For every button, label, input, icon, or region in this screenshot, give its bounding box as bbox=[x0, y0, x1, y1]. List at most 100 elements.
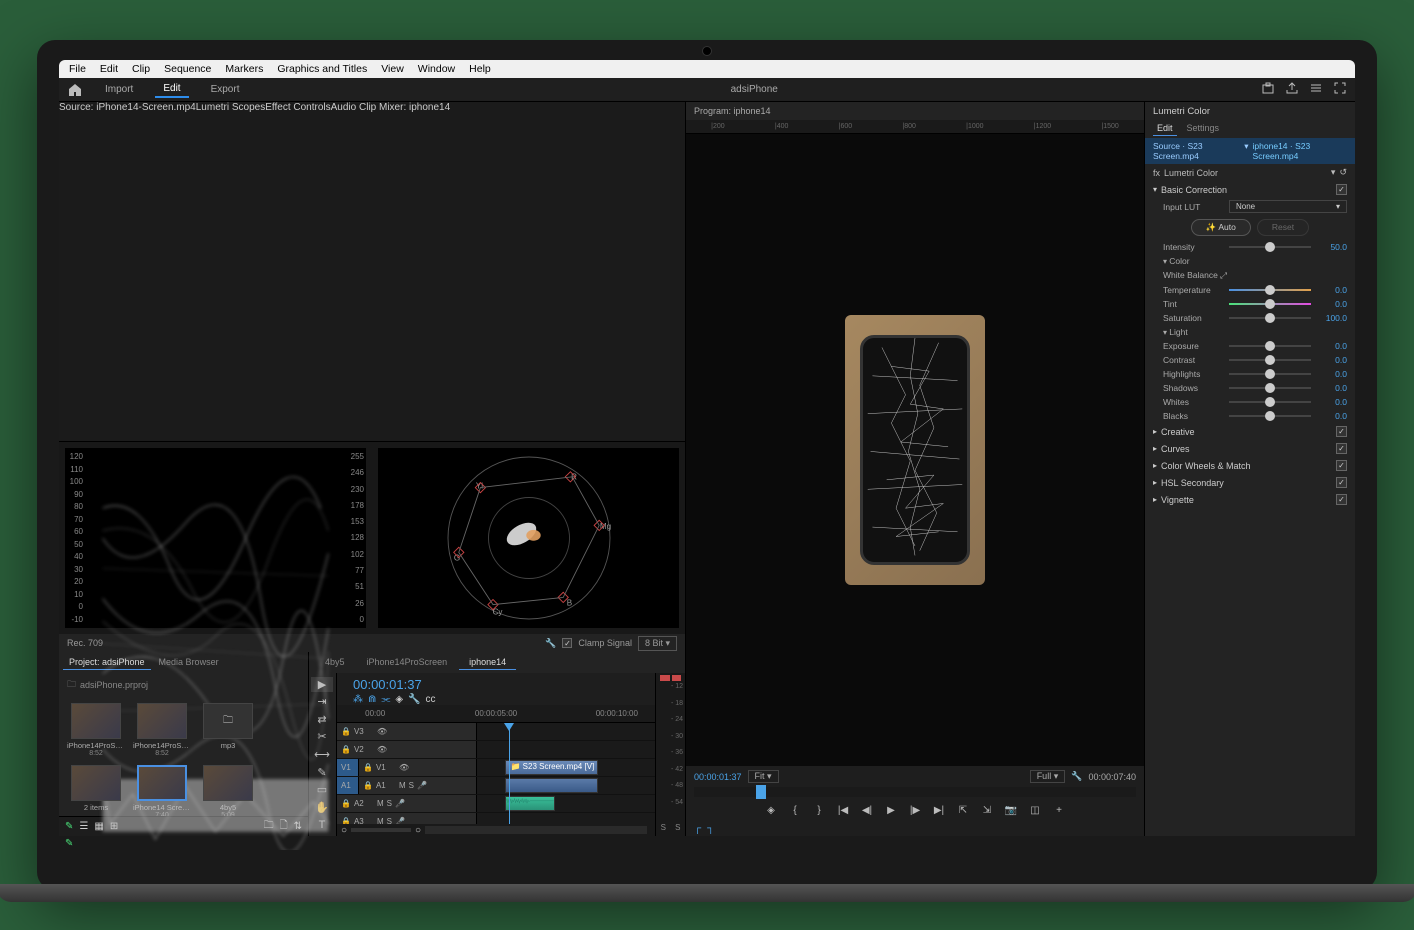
tab-lumetri-scopes[interactable]: Lumetri Scopes bbox=[196, 102, 265, 441]
timeline-tab-2[interactable]: iphone14 bbox=[459, 655, 516, 670]
lift-icon[interactable]: ⇱ bbox=[954, 803, 972, 817]
play-icon[interactable]: ▶ bbox=[882, 803, 900, 817]
section-basic-correction[interactable]: Basic Correction bbox=[1145, 181, 1355, 198]
link-icon[interactable]: ⫘ bbox=[381, 694, 390, 705]
input-lut-select[interactable]: None ▾ bbox=[1229, 200, 1347, 213]
mode-export[interactable]: Export bbox=[203, 82, 248, 97]
section-vignette[interactable]: Vignette bbox=[1145, 491, 1355, 508]
timeline-timecode[interactable]: 00:00:01:37 bbox=[345, 675, 444, 694]
program-tc-left[interactable]: 00:00:01:37 bbox=[694, 772, 742, 782]
color-tint-slider[interactable]: Tint0.0 bbox=[1145, 297, 1355, 311]
quick-export-icon[interactable] bbox=[1261, 81, 1275, 98]
track-a2[interactable] bbox=[477, 795, 655, 812]
export-frame-icon[interactable]: 📷 bbox=[1002, 803, 1020, 817]
step-fwd-icon[interactable]: |▶ bbox=[906, 803, 924, 817]
program-tc-right[interactable]: 00:00:07:40 bbox=[1088, 772, 1136, 782]
zoom-out-icon[interactable]: ○ bbox=[341, 825, 347, 836]
source-a1[interactable]: A1 bbox=[337, 777, 359, 794]
light-blacks-slider[interactable]: Blacks0.0 bbox=[1145, 409, 1355, 423]
reset-button[interactable]: Reset bbox=[1257, 219, 1309, 236]
light-whites-slider[interactable]: Whites0.0 bbox=[1145, 395, 1355, 409]
light-shadows-slider[interactable]: Shadows0.0 bbox=[1145, 381, 1355, 395]
auto-button[interactable]: ✨ Auto bbox=[1191, 219, 1251, 236]
timeline-ruler[interactable]: 00:0000:00:05:0000:00:10:00 bbox=[337, 705, 655, 723]
audio-clip-2[interactable] bbox=[505, 796, 555, 811]
timeline-header-icons: ⁂ ⋒ ⫘ ◈ 🔧 cc bbox=[345, 694, 444, 705]
mark-in-icon[interactable]: { bbox=[786, 803, 804, 817]
section-color-wheels-match[interactable]: Color Wheels & Match bbox=[1145, 457, 1355, 474]
add-marker-icon[interactable]: ◈ bbox=[762, 803, 780, 817]
color-saturation-slider[interactable]: Saturation100.0 bbox=[1145, 311, 1355, 325]
light-contrast-slider[interactable]: Contrast0.0 bbox=[1145, 353, 1355, 367]
vectorscope: R Mg B Cy G Yl bbox=[378, 448, 679, 628]
magnet-icon[interactable]: ⋒ bbox=[368, 694, 376, 705]
playhead[interactable] bbox=[509, 723, 510, 824]
program-monitor[interactable] bbox=[686, 134, 1144, 766]
lumetri-fx-row[interactable]: fx Lumetri Color ▾ ↺ bbox=[1145, 164, 1355, 181]
extract-icon[interactable]: ⇲ bbox=[978, 803, 996, 817]
track-v1[interactable]: 📁 S23 Screen.mp4 [V] bbox=[477, 759, 655, 776]
lumetri-tab-settings[interactable]: Settings bbox=[1183, 121, 1224, 136]
menu-clip[interactable]: Clip bbox=[128, 62, 154, 76]
menu-markers[interactable]: Markers bbox=[221, 62, 267, 76]
marker-icon[interactable]: ◈ bbox=[395, 694, 403, 705]
share-icon[interactable] bbox=[1285, 81, 1299, 98]
snap-icon[interactable]: ⁂ bbox=[353, 694, 363, 705]
lumetri-source-bar: Source · S23 Screen.mp4 ▾ iphone14 · S23… bbox=[1145, 138, 1355, 164]
eyedropper-icon[interactable]: ⤢ bbox=[1220, 270, 1227, 280]
wrench-icon[interactable]: 🔧 bbox=[1071, 771, 1082, 782]
fullscreen-icon[interactable] bbox=[1333, 81, 1347, 98]
reset-fx-icon[interactable]: ↺ bbox=[1339, 167, 1347, 178]
out-marker-icon[interactable]: ┐ bbox=[707, 823, 714, 834]
intensity-slider[interactable]: Intensity 50.0 bbox=[1145, 240, 1355, 254]
program-scrubber[interactable] bbox=[694, 787, 1136, 797]
audio-clip-1[interactable] bbox=[505, 778, 598, 793]
zoom-in-icon[interactable]: ○ bbox=[415, 825, 421, 836]
light-subsection[interactable]: Light bbox=[1145, 325, 1355, 339]
white-balance-row[interactable]: White Balance ⤢ bbox=[1145, 268, 1355, 283]
lumetri-panel-title: Lumetri Color bbox=[1145, 102, 1355, 121]
menu-edit[interactable]: Edit bbox=[96, 62, 122, 76]
clamp-signal-checkbox[interactable] bbox=[562, 638, 572, 648]
video-clip[interactable]: 📁 S23 Screen.mp4 [V] bbox=[505, 760, 598, 775]
step-back-icon[interactable]: ◀| bbox=[858, 803, 876, 817]
mark-out-icon[interactable]: } bbox=[810, 803, 828, 817]
compare-icon[interactable]: ◫ bbox=[1026, 803, 1044, 817]
cc-icon[interactable]: cc bbox=[426, 694, 436, 705]
mode-edit[interactable]: Edit bbox=[155, 81, 188, 98]
color-subsection[interactable]: Color bbox=[1145, 254, 1355, 268]
in-marker-icon[interactable]: ┌ bbox=[694, 823, 701, 834]
tab-source[interactable]: Source: iPhone14-Screen.mp4 bbox=[59, 102, 196, 441]
section-curves[interactable]: Curves bbox=[1145, 440, 1355, 457]
light-exposure-slider[interactable]: Exposure0.0 bbox=[1145, 339, 1355, 353]
go-to-out-icon[interactable]: ▶| bbox=[930, 803, 948, 817]
timeline-scrollbar[interactable] bbox=[425, 826, 647, 834]
home-icon[interactable] bbox=[67, 82, 83, 98]
source-v1[interactable]: V1 bbox=[337, 759, 359, 776]
timeline-tab-1[interactable]: iPhone14ProScreen bbox=[357, 655, 458, 670]
section-hsl-secondary[interactable]: HSL Secondary bbox=[1145, 474, 1355, 491]
menu-window[interactable]: Window bbox=[414, 62, 459, 76]
settings-icon[interactable]: 🔧 bbox=[408, 694, 420, 705]
button-editor-icon[interactable]: + bbox=[1050, 803, 1068, 817]
menu-help[interactable]: Help bbox=[465, 62, 495, 76]
zoom-fit-select[interactable]: Fit ▾ bbox=[748, 770, 779, 783]
workspace-icon[interactable] bbox=[1309, 81, 1323, 98]
light-highlights-slider[interactable]: Highlights0.0 bbox=[1145, 367, 1355, 381]
quality-select[interactable]: Full ▾ bbox=[1030, 770, 1066, 783]
tab-audio-mixer[interactable]: Audio Clip Mixer: iphone14 bbox=[331, 102, 451, 441]
go-to-in-icon[interactable]: |◀ bbox=[834, 803, 852, 817]
color-temperature-slider[interactable]: Temperature0.0 bbox=[1145, 283, 1355, 297]
mode-import[interactable]: Import bbox=[97, 82, 141, 97]
lumetri-tab-edit[interactable]: Edit bbox=[1153, 121, 1177, 136]
menu-file[interactable]: File bbox=[65, 62, 90, 76]
track-a1[interactable] bbox=[477, 777, 655, 794]
menu-view[interactable]: View bbox=[377, 62, 408, 76]
section-creative[interactable]: Creative bbox=[1145, 423, 1355, 440]
wrench-icon[interactable]: 🔧 bbox=[545, 638, 556, 649]
bit-depth-select[interactable]: 8 Bit ▾ bbox=[638, 636, 677, 651]
basic-correction-toggle[interactable] bbox=[1336, 184, 1347, 195]
menu-sequence[interactable]: Sequence bbox=[160, 62, 215, 76]
menu-graphics-and-titles[interactable]: Graphics and Titles bbox=[273, 62, 371, 76]
tab-effect-controls[interactable]: Effect Controls bbox=[265, 102, 330, 441]
